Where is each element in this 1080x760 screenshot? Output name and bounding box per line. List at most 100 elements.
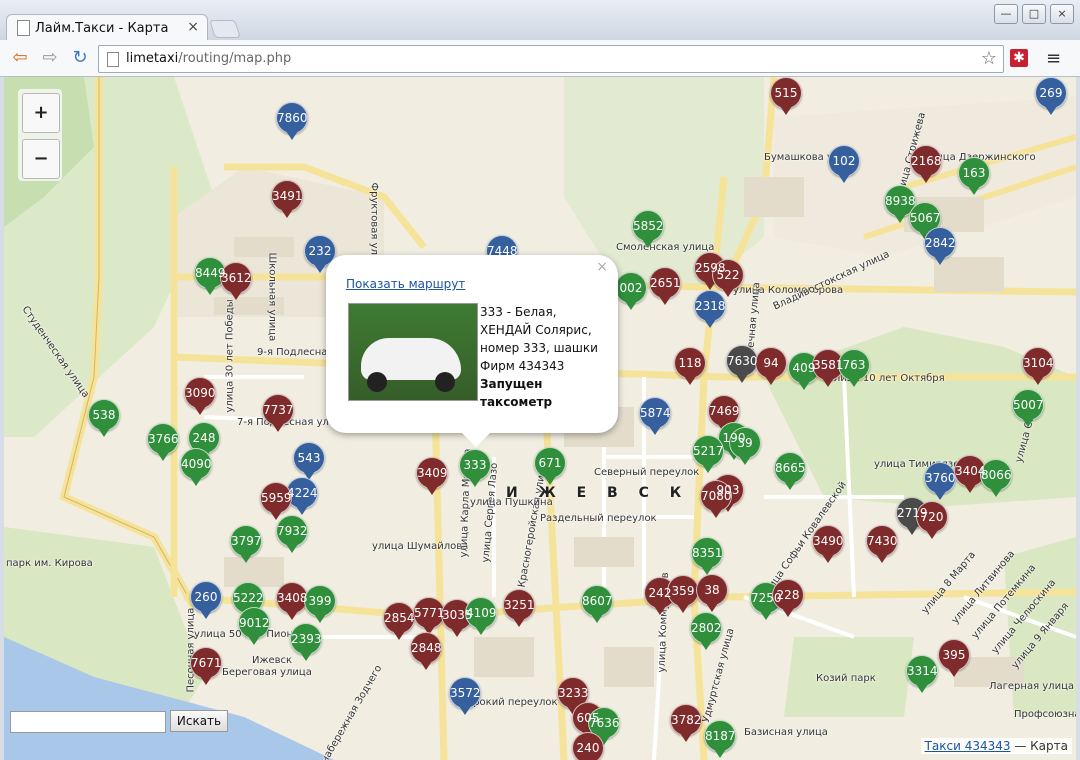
- taxi-marker-label: 5217: [693, 444, 724, 458]
- taxi-marker[interactable]: 5852: [632, 210, 664, 248]
- window-close-button[interactable]: ×: [1050, 4, 1074, 24]
- taxi-marker[interactable]: 763: [838, 349, 870, 387]
- taxi-marker[interactable]: 7860: [276, 102, 308, 140]
- taxi-line-3: номер 333, шашки: [480, 341, 598, 355]
- taxi-marker[interactable]: 3314: [906, 655, 938, 693]
- taxi-marker[interactable]: 4109: [465, 597, 497, 635]
- popup-close-icon[interactable]: ×: [596, 259, 608, 275]
- taxi-marker[interactable]: 2393: [290, 623, 322, 661]
- taxi-marker[interactable]: 399: [304, 585, 336, 623]
- street-label: Лагерная улица: [989, 681, 1075, 692]
- title-bar: Лайм.Такси - Карта × — □ ×: [0, 0, 1080, 43]
- taxi-marker[interactable]: 002: [615, 272, 647, 310]
- taxi-marker[interactable]: 3572: [449, 677, 481, 715]
- browser-window: Лайм.Такси - Карта × — □ × ⇦ ⇨ ↻ limetax…: [0, 0, 1080, 760]
- taxi-marker[interactable]: 7932: [276, 515, 308, 553]
- car-wheel: [367, 372, 387, 392]
- taxi-marker[interactable]: 395: [938, 639, 970, 677]
- tab-close-icon[interactable]: ×: [187, 19, 199, 35]
- taxi-marker[interactable]: 3797: [230, 525, 262, 563]
- taxi-marker[interactable]: 94: [755, 347, 787, 385]
- taxi-marker[interactable]: 333: [459, 449, 491, 487]
- taxi-marker[interactable]: 8351: [691, 537, 723, 575]
- taxi-marker[interactable]: 8607: [581, 585, 613, 623]
- taxi-marker[interactable]: 9012: [238, 607, 270, 645]
- forward-arrow-icon[interactable]: ⇨: [40, 48, 60, 68]
- taxi-marker[interactable]: 5771: [413, 597, 445, 635]
- taxi-marker[interactable]: 7630: [726, 345, 758, 383]
- taxi-marker[interactable]: 2651: [649, 267, 681, 305]
- taxi-marker[interactable]: 269: [1035, 77, 1067, 115]
- taxi-marker[interactable]: 3408: [276, 582, 308, 620]
- bookmark-star-icon[interactable]: ☆: [981, 48, 997, 69]
- taxi-marker-label: 002: [619, 281, 643, 295]
- taxi-marker[interactable]: 118: [674, 347, 706, 385]
- taxi-marker-label: 3766: [148, 432, 179, 446]
- reload-icon[interactable]: ↻: [70, 48, 90, 68]
- taxi-line-2: ХЕНДАЙ Солярис,: [480, 323, 592, 337]
- taxi-marker[interactable]: 3090: [184, 377, 216, 415]
- taxi-marker[interactable]: 4090: [180, 448, 212, 486]
- taxi-marker-label: 3581: [813, 358, 844, 372]
- taxi-marker[interactable]: 3766: [147, 423, 179, 461]
- taxi-marker[interactable]: 3782: [670, 704, 702, 742]
- taxi-marker[interactable]: 3581: [812, 349, 844, 387]
- taxi-marker-label: 3104: [1023, 356, 1054, 370]
- taxi-marker-label: 2854: [384, 611, 415, 625]
- taxi-marker-label: 395: [942, 648, 966, 662]
- taxi-marker[interactable]: 228: [772, 579, 804, 617]
- taxi-marker[interactable]: 38: [696, 574, 728, 612]
- taxi-marker[interactable]: 7737: [262, 394, 294, 432]
- taxi-phone-link[interactable]: Такси 434343: [925, 739, 1011, 753]
- taxi-marker[interactable]: 7430: [866, 525, 898, 563]
- minimize-button[interactable]: —: [994, 4, 1018, 24]
- search-input[interactable]: [10, 711, 166, 733]
- taxi-marker[interactable]: 3491: [271, 180, 303, 218]
- taxi-marker-label: 7932: [277, 524, 308, 538]
- back-arrow-icon[interactable]: ⇦: [10, 48, 30, 68]
- taxi-marker-label: 7737: [263, 403, 294, 417]
- taxi-marker[interactable]: 102: [828, 145, 860, 183]
- taxi-marker[interactable]: 543: [293, 442, 325, 480]
- taxi-marker[interactable]: 2168: [910, 145, 942, 183]
- taxi-marker[interactable]: 5007: [1012, 389, 1044, 427]
- taxi-marker[interactable]: 5874: [639, 397, 671, 435]
- taxi-marker[interactable]: 2802: [690, 612, 722, 650]
- taxi-marker[interactable]: 5217: [692, 435, 724, 473]
- map-viewport[interactable]: Смоленская улица улица Коломогорова 9-я …: [4, 77, 1076, 760]
- taxi-marker[interactable]: 3251: [503, 589, 535, 627]
- browser-tab[interactable]: Лайм.Такси - Карта ×: [6, 14, 208, 43]
- taxi-marker[interactable]: 515: [770, 77, 802, 115]
- show-route-link[interactable]: Показать маршрут: [346, 277, 465, 291]
- taxi-marker[interactable]: 3104: [1022, 347, 1054, 385]
- new-tab-button[interactable]: [209, 20, 241, 38]
- maximize-button[interactable]: □: [1022, 4, 1046, 24]
- taxi-marker[interactable]: 3760: [924, 462, 956, 500]
- taxi-marker-label: 7469: [709, 404, 740, 418]
- taxi-marker[interactable]: 538: [88, 399, 120, 437]
- search-button[interactable]: Искать: [170, 710, 228, 732]
- taxi-marker[interactable]: 3409: [416, 457, 448, 495]
- taxi-marker[interactable]: 7671: [190, 647, 222, 685]
- place-label: парк им. Кирова: [6, 558, 93, 569]
- taxi-marker[interactable]: 8665: [774, 452, 806, 490]
- taxi-marker[interactable]: 3490: [812, 525, 844, 563]
- taxi-marker[interactable]: 671: [534, 447, 566, 485]
- zoom-out-button[interactable]: −: [22, 139, 60, 179]
- zoom-in-button[interactable]: +: [22, 93, 60, 133]
- taxi-marker[interactable]: 2318: [694, 290, 726, 328]
- taxi-marker[interactable]: 260: [190, 581, 222, 619]
- taxi-marker[interactable]: 2854: [383, 602, 415, 640]
- taxi-marker[interactable]: 2842: [924, 227, 956, 265]
- taxi-marker[interactable]: 359: [667, 575, 699, 613]
- taxi-marker[interactable]: 240: [572, 732, 604, 760]
- taxi-marker-label: 242: [648, 586, 672, 600]
- taxi-marker[interactable]: 163: [958, 157, 990, 195]
- extension-icon[interactable]: ✱: [1010, 49, 1028, 67]
- taxi-marker-label: 2393: [291, 632, 322, 646]
- taxi-marker[interactable]: 8187: [704, 720, 736, 758]
- address-bar[interactable]: limetaxi/routing/map.php ☆: [98, 45, 1004, 73]
- street-label: улица Шумайлова: [372, 541, 469, 552]
- menu-icon[interactable]: ≡: [1046, 48, 1061, 69]
- taxi-marker[interactable]: 2848: [410, 632, 442, 670]
